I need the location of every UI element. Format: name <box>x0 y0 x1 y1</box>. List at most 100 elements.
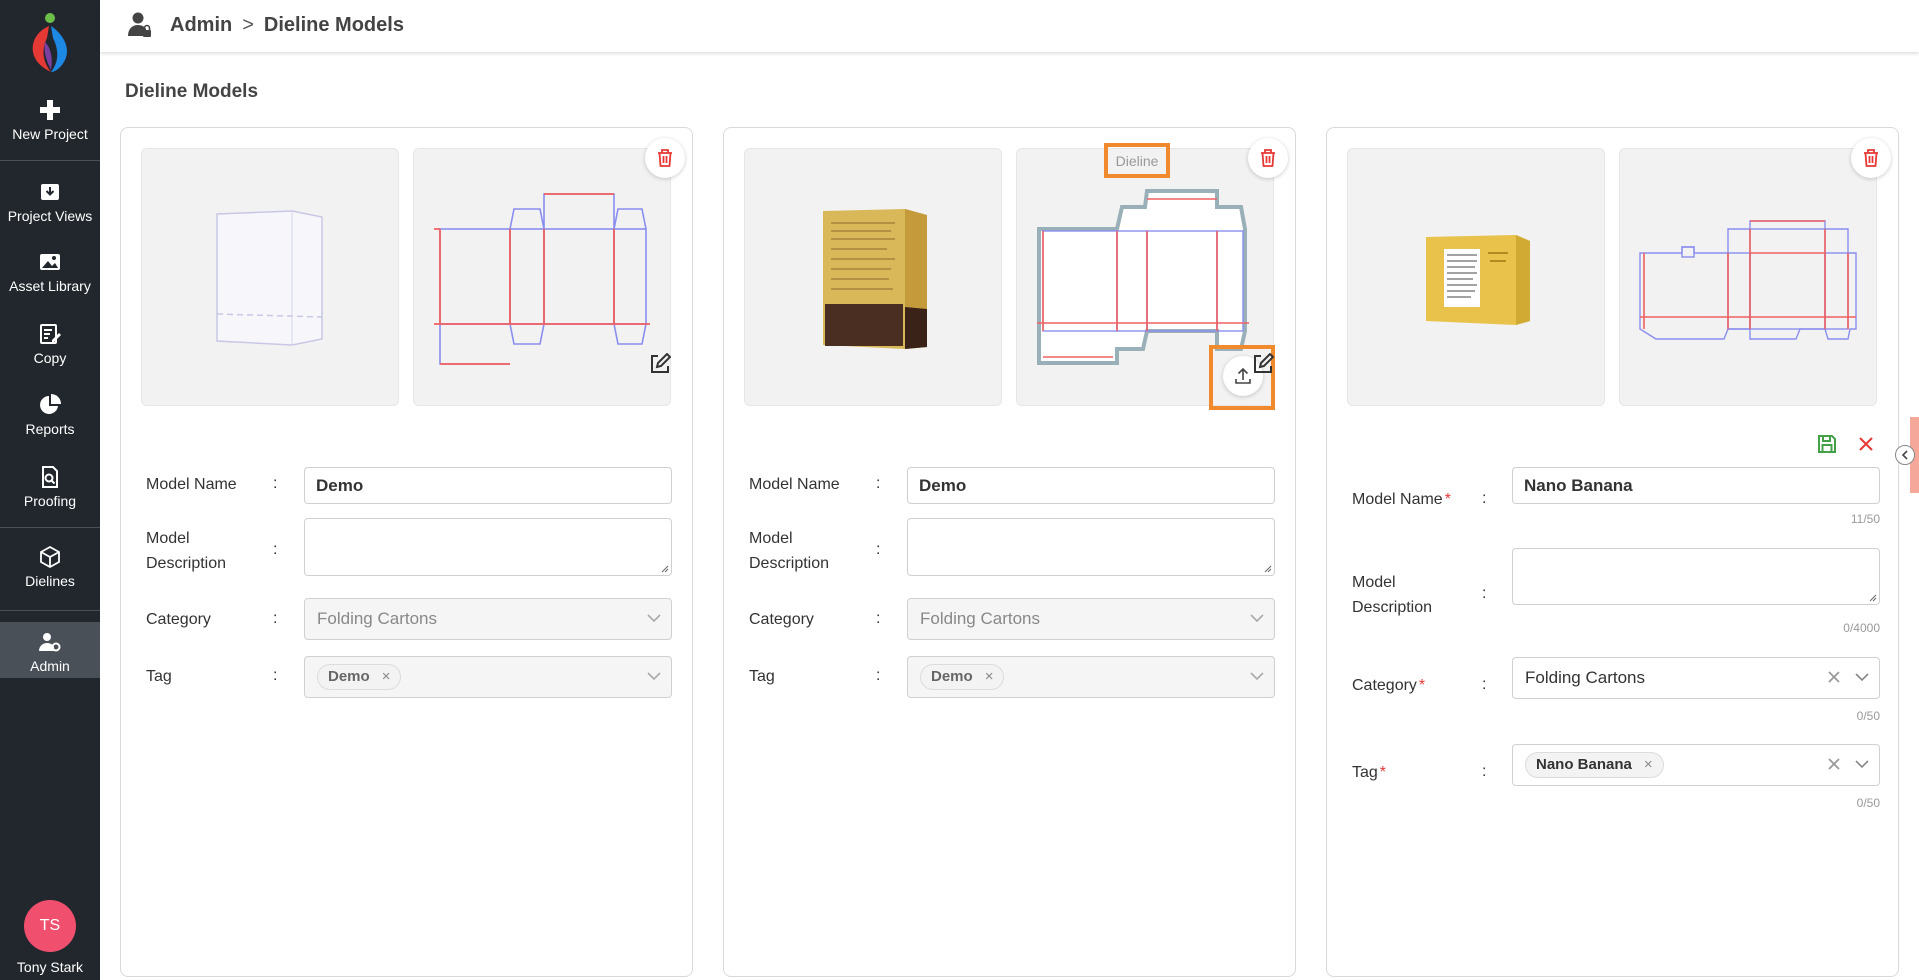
tag-label: Tag * <box>1352 760 1386 785</box>
category-select[interactable]: Folding Cartons <box>907 598 1275 640</box>
edit-icon[interactable] <box>649 353 671 375</box>
delete-model-button[interactable] <box>1248 138 1288 178</box>
required-mark: * <box>1418 677 1426 694</box>
model-3d-preview[interactable] <box>1347 148 1605 406</box>
model-description-field[interactable] <box>304 518 672 576</box>
dieline-tag: Dieline <box>1115 153 1159 169</box>
required-mark: * <box>1379 764 1387 781</box>
colon: : <box>876 610 881 627</box>
dieline-model-card: Model Name : Demo Model Description : Cat… <box>120 127 693 977</box>
delete-model-button[interactable] <box>645 138 685 178</box>
category-label: Category <box>146 611 211 628</box>
app-logo[interactable] <box>25 12 75 74</box>
image-icon <box>40 254 60 270</box>
sidebar-item-reports[interactable]: Reports <box>0 393 100 437</box>
resize-grip-icon[interactable] <box>1869 594 1877 602</box>
label-line: Description <box>749 555 830 572</box>
resize-grip-icon[interactable] <box>1264 565 1272 573</box>
tag-select[interactable]: Nano Banana × <box>1512 744 1880 786</box>
trash-icon <box>1261 149 1275 167</box>
model-description-label: Model Description <box>749 526 829 576</box>
tag-label: Tag <box>146 668 172 685</box>
label-line: Model <box>146 530 190 547</box>
colon: : <box>273 541 278 558</box>
model-name-input[interactable]: Demo <box>304 467 672 504</box>
tag-select[interactable]: Demo × <box>907 656 1275 698</box>
dieline-model-card: Model Name * : Nano Banana 11/50 Model Des… <box>1326 127 1899 977</box>
model-dieline-preview[interactable] <box>1619 148 1877 406</box>
tag-chip-label: Nano Banana <box>1536 756 1632 773</box>
model-name-input[interactable]: Demo <box>907 467 1275 504</box>
category-select[interactable]: Folding Cartons <box>1512 657 1880 699</box>
edit-icon[interactable] <box>1252 353 1274 375</box>
carton-3d-image <box>216 210 323 346</box>
label-line: Model <box>1352 574 1396 591</box>
model-name-input[interactable]: Nano Banana <box>1512 467 1880 504</box>
model-name-label: Model Name * <box>1352 487 1451 512</box>
label-text: Category <box>1352 677 1417 694</box>
sidebar-item-dielines[interactable]: Dielines <box>0 545 100 589</box>
colon: : <box>1482 763 1487 780</box>
sidebar-item-copy[interactable]: Copy <box>0 322 100 366</box>
category-value: Folding Cartons <box>1525 668 1646 687</box>
sidebar-item-admin[interactable]: Admin <box>0 622 100 678</box>
tag-counter: 0/50 <box>1856 796 1880 810</box>
clear-icon[interactable] <box>1827 757 1841 771</box>
label-text: Model Name <box>1352 491 1443 508</box>
trash-icon <box>1864 149 1878 167</box>
carton-3d-image <box>1426 235 1530 325</box>
category-select[interactable]: Folding Cartons <box>304 598 672 640</box>
label-line: Description <box>146 555 227 572</box>
delete-model-button[interactable] <box>1851 138 1891 178</box>
remove-tag-icon[interactable]: × <box>1644 756 1653 773</box>
category-value: Folding Cartons <box>317 609 438 628</box>
breadcrumb-admin[interactable]: Admin <box>170 14 232 36</box>
model-3d-preview[interactable] <box>744 148 1002 406</box>
top-header: Admin > Dieline Models <box>100 0 1919 52</box>
model-name-label: Model Name <box>749 476 840 493</box>
dieline-model-card: Dieline Model Name : Demo Model Descripti… <box>723 127 1296 977</box>
save-icon[interactable] <box>1816 433 1838 455</box>
user-name: Tony Stark <box>16 959 84 975</box>
carton-3d-image <box>823 209 927 349</box>
remove-tag-icon[interactable]: × <box>985 668 994 685</box>
colon: : <box>273 667 278 684</box>
edit-document-icon <box>40 324 61 344</box>
chevron-down-icon <box>1250 614 1264 623</box>
inbox-download-icon <box>41 184 59 200</box>
user-settings-icon <box>39 633 61 652</box>
model-dieline-preview[interactable] <box>413 148 671 406</box>
avatar[interactable]: TS <box>24 900 76 952</box>
sidebar-item-proofing[interactable]: Proofing <box>0 465 100 509</box>
colon: : <box>1482 585 1487 602</box>
model-description-field[interactable] <box>907 518 1275 576</box>
remove-tag-icon[interactable]: × <box>382 668 391 685</box>
label-line: Model <box>749 530 793 547</box>
document-search-icon <box>42 466 58 488</box>
sidebar-item-new-project[interactable]: New Project <box>0 98 100 142</box>
model-description-counter: 0/4000 <box>1843 621 1880 635</box>
collapse-panel-button[interactable] <box>1895 445 1915 465</box>
tag-select[interactable]: Demo × <box>304 656 672 698</box>
sidebar-item-label: Proofing <box>23 493 77 509</box>
chevron-down-icon <box>1855 673 1869 682</box>
tag-chip-label: Demo <box>931 668 973 685</box>
sidebar-item-asset-library[interactable]: Asset Library <box>0 250 100 294</box>
plus-icon <box>40 100 60 120</box>
cancel-edit-icon[interactable] <box>1855 433 1877 455</box>
chevron-down-icon <box>647 614 661 623</box>
model-description-label: Model Description <box>146 526 226 576</box>
clear-icon[interactable] <box>1827 670 1841 684</box>
category-label: Category <box>749 611 814 628</box>
breadcrumb-separator: > <box>242 14 254 36</box>
category-label: Category * <box>1352 673 1425 698</box>
sidebar-item-project-views[interactable]: Project Views <box>0 180 100 224</box>
label-text: Tag <box>1352 764 1378 781</box>
model-description-field[interactable] <box>1512 548 1880 605</box>
model-name-label: Model Name <box>146 476 237 493</box>
sidebar-item-label: Asset Library <box>9 278 91 294</box>
model-3d-preview[interactable] <box>141 148 399 406</box>
resize-grip-icon[interactable] <box>661 565 669 573</box>
dieline-drawing <box>434 193 650 365</box>
category-value: Folding Cartons <box>920 609 1041 628</box>
